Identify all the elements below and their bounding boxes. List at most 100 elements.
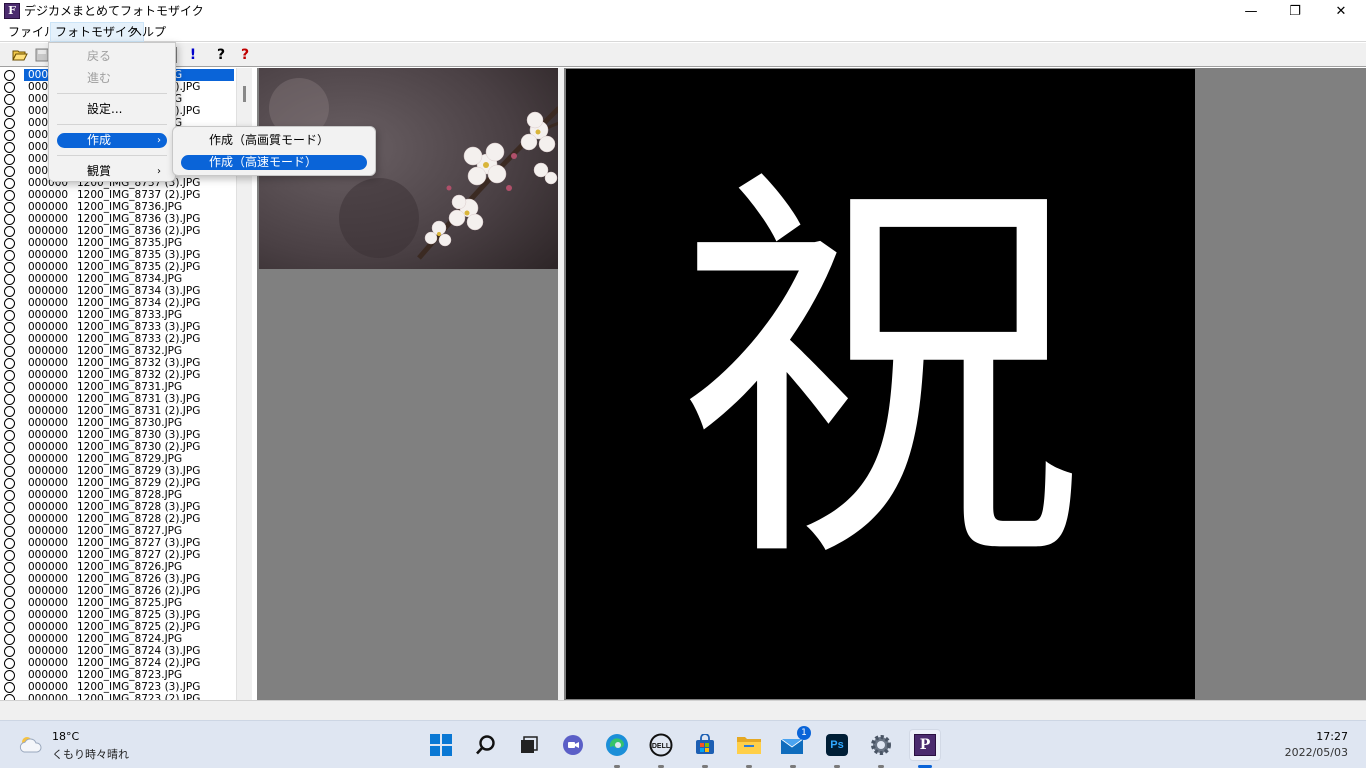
row-radio-button[interactable] xyxy=(4,502,15,513)
list-item[interactable]: 000000 1200_IMG_8729 (3).JPG xyxy=(0,465,236,477)
row-radio-button[interactable] xyxy=(4,406,15,417)
row-radio-button[interactable] xyxy=(4,322,15,333)
row-radio-button[interactable] xyxy=(4,646,15,657)
open-folder-icon[interactable] xyxy=(11,46,29,64)
row-radio-button[interactable] xyxy=(4,250,15,261)
row-radio-button[interactable] xyxy=(4,358,15,369)
row-radio-button[interactable] xyxy=(4,190,15,201)
list-item[interactable]: 000000 1200_IMG_8732 (3).JPG xyxy=(0,357,236,369)
row-radio-button[interactable] xyxy=(4,226,15,237)
photomosaic-app-icon[interactable]: P xyxy=(909,729,941,761)
list-item[interactable]: 000000 1200_IMG_8736 (3).JPG xyxy=(0,213,236,225)
row-radio-button[interactable] xyxy=(4,82,15,93)
list-item[interactable]: 000000 1200_IMG_8730 (2).JPG xyxy=(0,441,236,453)
list-item[interactable]: 000000 1200_IMG_8737 (2).JPG xyxy=(0,189,236,201)
edge-icon[interactable] xyxy=(601,729,633,761)
row-radio-button[interactable] xyxy=(4,130,15,141)
store-icon[interactable] xyxy=(689,729,721,761)
list-item[interactable]: 000000 1200_IMG_8724 (3).JPG xyxy=(0,645,236,657)
row-radio-button[interactable] xyxy=(4,178,15,189)
settings-icon[interactable] xyxy=(865,729,897,761)
weather-temperature[interactable]: 18°C xyxy=(52,730,79,743)
menu-item-settings[interactable]: 設定... xyxy=(57,102,167,117)
minimize-button[interactable]: — xyxy=(1228,0,1274,22)
mosaic-canvas[interactable]: 祝 xyxy=(566,69,1195,699)
row-radio-button[interactable] xyxy=(4,274,15,285)
maximize-button[interactable]: ❐ xyxy=(1272,0,1318,22)
row-radio-button[interactable] xyxy=(4,106,15,117)
search-icon[interactable] xyxy=(470,729,502,761)
row-radio-button[interactable] xyxy=(4,166,15,177)
menu-item-view[interactable]: 観賞 › xyxy=(57,164,167,179)
row-radio-button[interactable] xyxy=(4,538,15,549)
context-help-icon[interactable]: ? xyxy=(236,46,254,64)
row-radio-button[interactable] xyxy=(4,598,15,609)
list-item[interactable]: 000000 1200_IMG_8727 (3).JPG xyxy=(0,537,236,549)
app-icon[interactable]: F xyxy=(4,3,20,19)
row-radio-button[interactable] xyxy=(4,370,15,381)
info-icon[interactable]: ! xyxy=(184,46,202,64)
list-item[interactable]: 000000 1200_IMG_8727 (2).JPG xyxy=(0,549,236,561)
row-radio-button[interactable] xyxy=(4,118,15,129)
row-radio-button[interactable] xyxy=(4,454,15,465)
list-item[interactable]: 000000 1200_IMG_8735 (2).JPG xyxy=(0,261,236,273)
dell-icon[interactable]: DELL xyxy=(645,729,677,761)
file-explorer-icon[interactable] xyxy=(733,729,765,761)
row-radio-button[interactable] xyxy=(4,238,15,249)
list-item[interactable]: 000000 1200_IMG_8726 (2).JPG xyxy=(0,585,236,597)
row-radio-button[interactable] xyxy=(4,142,15,153)
title-bar[interactable]: F デジカメまとめてフォトモザイク — ❐ ✕ xyxy=(0,0,1366,22)
list-item[interactable]: 000000 1200_IMG_8733 (3).JPG xyxy=(0,321,236,333)
task-view-icon[interactable] xyxy=(513,729,545,761)
row-radio-button[interactable] xyxy=(4,550,15,561)
list-item[interactable]: 000000 1200_IMG_8734 (3).JPG xyxy=(0,285,236,297)
list-item[interactable]: 000000 1200_IMG_8731.JPG xyxy=(0,381,236,393)
list-item[interactable]: 000000 1200_IMG_8734 (2).JPG xyxy=(0,297,236,309)
mail-icon[interactable]: 1 xyxy=(777,726,811,761)
row-radio-button[interactable] xyxy=(4,442,15,453)
list-item[interactable]: 000000 1200_IMG_8725 (2).JPG xyxy=(0,621,236,633)
menu-item-create-high-quality[interactable]: 作成（高画質モード） xyxy=(181,133,367,148)
help-icon[interactable]: ? xyxy=(212,46,230,64)
row-radio-button[interactable] xyxy=(4,682,15,693)
row-radio-button[interactable] xyxy=(4,382,15,393)
row-radio-button[interactable] xyxy=(4,94,15,105)
row-radio-button[interactable] xyxy=(4,478,15,489)
list-item[interactable]: 000000 1200_IMG_8728 (3).JPG xyxy=(0,501,236,513)
list-item[interactable]: 000000 1200_IMG_8725.JPG xyxy=(0,597,236,609)
row-radio-button[interactable] xyxy=(4,490,15,501)
start-icon[interactable] xyxy=(425,729,457,761)
list-item[interactable]: 000000 1200_IMG_8723.JPG xyxy=(0,669,236,681)
row-radio-button[interactable] xyxy=(4,562,15,573)
row-radio-button[interactable] xyxy=(4,394,15,405)
row-radio-button[interactable] xyxy=(4,610,15,621)
scrollbar-thumb[interactable] xyxy=(243,86,246,102)
menu-help[interactable]: ヘルプ xyxy=(126,22,170,42)
list-item[interactable]: 000000 1200_IMG_8732 (2).JPG xyxy=(0,369,236,381)
row-radio-button[interactable] xyxy=(4,670,15,681)
row-radio-button[interactable] xyxy=(4,202,15,213)
clock-date[interactable]: 2022/05/03 xyxy=(1285,746,1348,759)
list-item[interactable]: 000000 1200_IMG_8736 (2).JPG xyxy=(0,225,236,237)
row-radio-button[interactable] xyxy=(4,286,15,297)
list-item[interactable]: 000000 1200_IMG_8729 (2).JPG xyxy=(0,477,236,489)
list-item[interactable]: 000000 1200_IMG_8728 (2).JPG xyxy=(0,513,236,525)
row-radio-button[interactable] xyxy=(4,514,15,525)
menu-item-create-fast[interactable]: 作成（高速モード） xyxy=(181,155,367,170)
list-item[interactable]: 000000 1200_IMG_8736.JPG xyxy=(0,201,236,213)
list-item[interactable]: 000000 1200_IMG_8731 (2).JPG xyxy=(0,405,236,417)
row-radio-button[interactable] xyxy=(4,658,15,669)
weather-description[interactable]: くもり時々晴れ xyxy=(52,746,129,762)
teams-chat-icon[interactable] xyxy=(557,729,589,761)
row-radio-button[interactable] xyxy=(4,154,15,165)
list-item[interactable]: 000000 1200_IMG_8729.JPG xyxy=(0,453,236,465)
row-radio-button[interactable] xyxy=(4,526,15,537)
list-item[interactable]: 000000 1200_IMG_8735 (3).JPG xyxy=(0,249,236,261)
row-radio-button[interactable] xyxy=(4,418,15,429)
row-radio-button[interactable] xyxy=(4,430,15,441)
list-item[interactable]: 000000 1200_IMG_8734.JPG xyxy=(0,273,236,285)
list-item[interactable]: 000000 1200_IMG_8725 (3).JPG xyxy=(0,609,236,621)
list-item[interactable]: 000000 1200_IMG_8733.JPG xyxy=(0,309,236,321)
menu-item-create[interactable]: 作成 › xyxy=(57,133,167,148)
row-radio-button[interactable] xyxy=(4,310,15,321)
